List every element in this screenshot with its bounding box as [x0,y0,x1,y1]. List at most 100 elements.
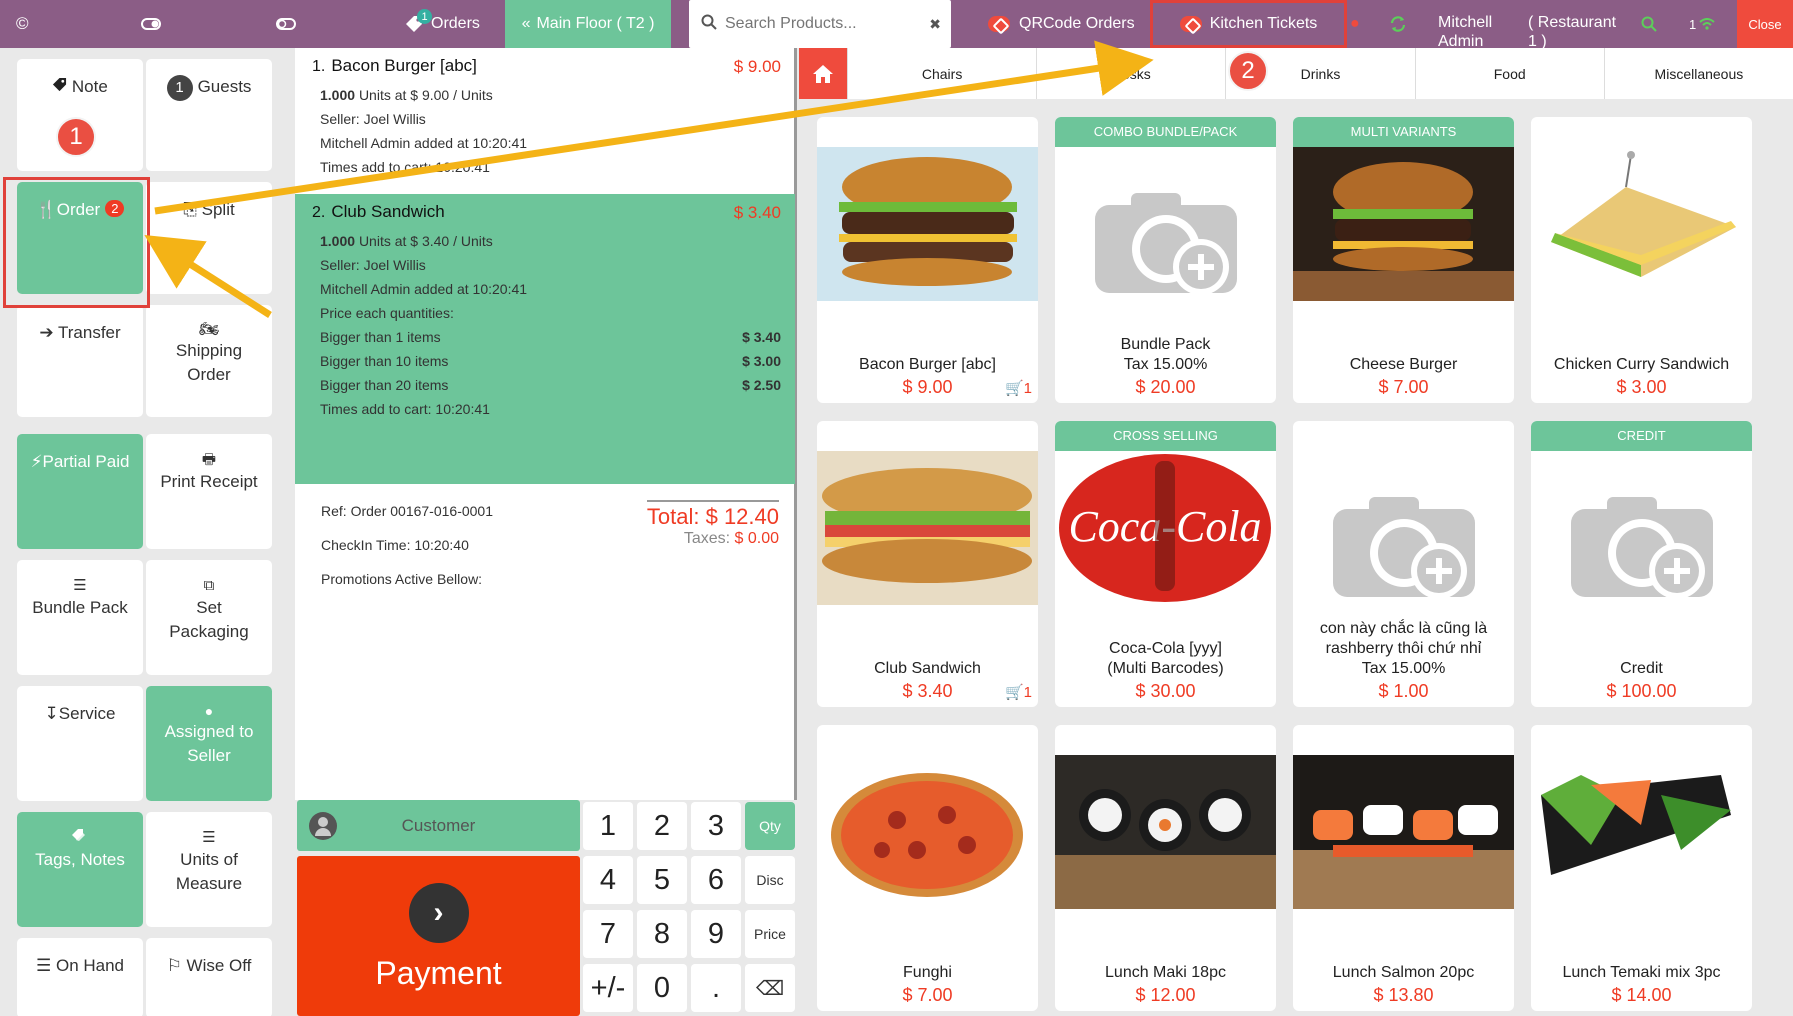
orders-button[interactable]: Orders [405,0,480,48]
qrcode-orders-label: QRCode Orders [1019,15,1135,32]
price-mode-button[interactable]: Price [745,910,795,958]
numpad-key-4[interactable]: 4 [583,856,633,904]
disc-mode-button[interactable]: Disc [745,856,795,904]
bundle-pack-label: Bundle Pack [32,598,128,617]
product-name: Cheese Burger [1349,356,1458,373]
double-chevron-left-icon: « [521,15,531,32]
numpad-key-3[interactable]: 3 [691,802,741,850]
numpad-key-1[interactable]: 1 [583,802,633,850]
category-food[interactable]: Food [1414,48,1604,99]
total-value: $ 12.40 [705,504,779,529]
split-button[interactable]: ⎘ Split [146,182,272,294]
order-line-units: Units at $ 3.40 / Units [358,233,493,249]
numpad-key-9[interactable]: 9 [691,910,741,958]
guests-count: 1 [166,75,193,101]
bundle-pack-button[interactable]: ☰ Bundle Pack [17,560,143,675]
product-card[interactable]: Bacon Burger [abc] $ 9.00 🛒1 [817,117,1038,403]
kitchen-tickets-button[interactable]: Kitchen Tickets [1150,0,1347,48]
numpad-key-plus-minus[interactable]: +/- [583,964,633,1012]
main-floor-button[interactable]: « Main Floor ( T2 ) [505,0,671,48]
service-icon: ↧ [44,704,59,723]
numpad-key-5[interactable]: 5 [637,856,687,904]
numpad-key-0[interactable]: 0 [637,964,687,1012]
product-card[interactable]: con này chắc là cũng là rashberry thôi c… [1293,421,1514,707]
product-image [1055,755,1276,909]
price-tier-label: Bigger than 20 items [320,377,449,393]
printer-icon: 🖶 [201,451,217,468]
ticket-icon [1179,16,1202,32]
copyright-icon[interactable]: © [16,0,29,48]
product-card[interactable]: MULTI VARIANTS Cheese Burger $ 7.00 [1293,117,1514,403]
guests-button[interactable]: 1 Guests [146,59,272,171]
toggle-icon[interactable] [141,0,161,48]
product-card[interactable]: COMBO BUNDLE/PACK Bundle Pack Tax 15.00% $ … [1055,117,1276,403]
home-category-button[interactable] [799,48,847,99]
product-card[interactable]: CREDIT Credit $ 100.00 [1531,421,1752,707]
set-packaging-button[interactable]: ⧉ Set Packaging [146,560,272,675]
order-line[interactable]: 1. Bacon Burger [abc] $ 9.00 1.000 Units … [295,48,795,194]
category-chairs[interactable]: Chairs [847,48,1036,99]
product-name: Bacon Burger [abc] [859,356,996,373]
transfer-button[interactable]: ➔ Transfer [17,305,143,417]
avatar-icon [309,811,337,840]
product-card[interactable]: Funghi $ 7.00 [817,725,1038,1011]
product-name: Credit [1620,660,1663,677]
product-name: Chicken Curry Sandwich [1553,356,1730,373]
print-receipt-button[interactable]: 🖶 Print Receipt [146,434,272,549]
order-line-index: 1. [312,58,326,75]
numpad-key-2[interactable]: 2 [637,802,687,850]
arrow-right-icon: ➔ [39,323,54,342]
numpad-key-8[interactable]: 8 [637,910,687,958]
units-measure-button[interactable]: ☰ Units of Measure [146,812,272,927]
transfer-label: Transfer [58,323,121,342]
product-card[interactable]: Lunch Temaki mix 3pc $ 14.00 [1531,725,1752,1011]
clear-search-icon[interactable]: ✖ [929,16,941,33]
order-line-seller: Seller: Joel Willis [320,111,426,127]
product-card[interactable]: Lunch Salmon 20pc $ 13.80 [1293,725,1514,1011]
lock-icon[interactable]: ● [1350,0,1360,48]
product-price: $ 7.00 [1378,377,1429,397]
step-marker-2: 2 [1228,51,1268,91]
search-input[interactable] [725,15,925,33]
assigned-seller-button[interactable]: ● Assigned to Seller [146,686,272,801]
user-info[interactable]: Mitchell Admin ( Restaurant 1 ) [1438,0,1628,49]
price-tier-value: $ 3.00 [742,353,781,369]
customer-button[interactable]: Customer [297,800,580,851]
top-bar: © Orders 1 « Main Floor ( T2 ) ✖ QRCode … [0,0,1793,48]
product-card[interactable]: Lunch Maki 18pc $ 12.00 [1055,725,1276,1011]
partial-paid-button[interactable]: ⚡Partial Paid [17,434,143,549]
product-name: con này chắc là cũng là rashberry thôi c… [1319,620,1488,677]
numpad-key-6[interactable]: 6 [691,856,741,904]
category-miscellaneous[interactable]: Miscellaneous [1603,48,1793,99]
close-button[interactable]: Close [1737,0,1793,48]
order-line-name: Bacon Burger [abc] [331,56,477,75]
order-line-selected[interactable]: 2. Club Sandwich $ 3.40 1.000 Units at $ … [295,194,795,484]
guests-label: Guests [197,77,252,96]
toggle-off-icon[interactable] [276,0,296,48]
order-line-added: Mitchell Admin added at 10:20:41 [320,135,528,151]
qty-mode-button[interactable]: Qty [745,802,795,850]
payment-button[interactable]: › Payment [297,856,580,1016]
category-desks[interactable]: Desks [1036,48,1225,99]
backspace-button[interactable]: ⌫ [745,964,795,1012]
product-card[interactable]: Chicken Curry Sandwich $ 3.00 [1531,117,1752,403]
product-card[interactable]: Coca-ColaCROSS SELLING Coca-Cola [yyy](Mu… [1055,421,1276,707]
numpad-key-7[interactable]: 7 [583,910,633,958]
assigned-seller-label: Assigned to Seller [164,722,254,765]
tags-notes-button[interactable]: Tags, Notes [17,812,143,927]
wise-off-button[interactable]: ⚐ Wise Off [146,938,272,1016]
qrcode-orders-button[interactable]: QRCode Orders [988,0,1135,48]
price-tier-value: $ 2.50 [742,377,781,393]
service-button[interactable]: ↧Service [17,686,143,801]
wifi-icon [1699,18,1715,30]
numpad-key-dot[interactable]: . [691,964,741,1012]
shipping-order-button[interactable]: 🏍 Shipping Order [146,305,272,417]
split-label: Split [201,200,235,219]
on-hand-button[interactable]: ☰ On Hand [17,938,143,1016]
product-name: Lunch Salmon 20pc [1332,964,1475,981]
print-receipt-label: Print Receipt [160,472,258,491]
search-green-icon[interactable] [1641,0,1657,48]
product-card[interactable]: Club Sandwich $ 3.40 🛒1 [817,421,1038,707]
product-name: Lunch Maki 18pc [1105,964,1226,981]
sync-icon[interactable] [1389,0,1407,48]
